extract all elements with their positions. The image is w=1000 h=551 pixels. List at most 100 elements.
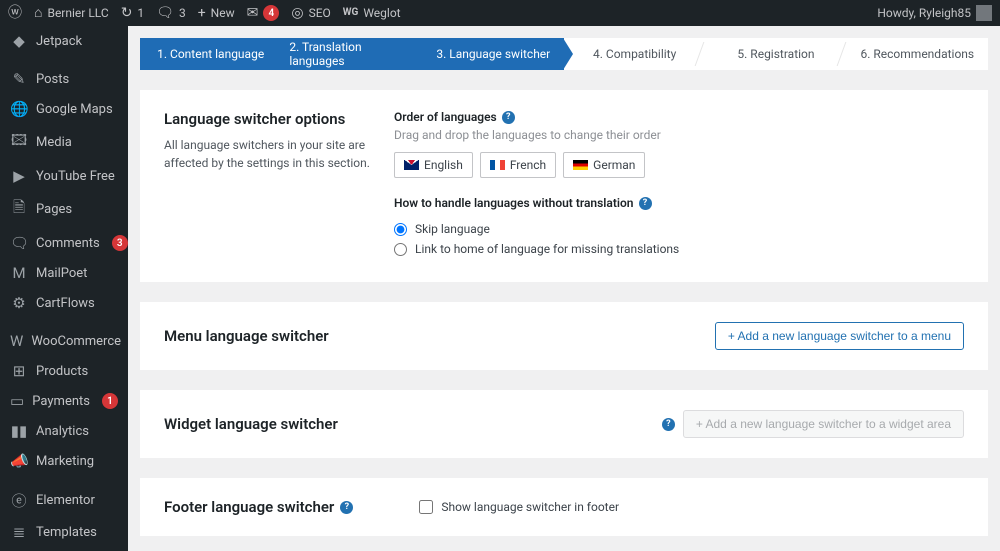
chip-label: English [424,158,463,172]
mail-count: 4 [263,5,279,21]
sidebar-item-comments[interactable]: 🗨 Comments 3 [0,228,128,258]
wizard-step-1[interactable]: 1. Content language [140,38,281,70]
wizard-step-2[interactable]: 2. Translation languages [281,38,422,70]
seo-label: SEO [309,6,331,20]
analytics-icon: ▮▮ [10,422,28,440]
sidebar-label: Jetpack [36,34,82,49]
panel-title: Footer language switcher ? [164,498,353,516]
sidebar-label: Posts [36,72,69,87]
site-name-label: Bernier LLC [47,6,108,20]
marketing-icon: 📣 [10,452,28,470]
radio-skip[interactable]: Skip language [394,222,964,236]
sidebar-item-maps[interactable]: 🌐Google Maps [0,94,128,124]
weglot[interactable]: WGWeglot [343,6,401,20]
add-widget-switcher-button[interactable]: + Add a new language switcher to a widge… [683,410,964,438]
site-name[interactable]: ⌂Bernier LLC [34,6,109,20]
wizard-steps: 1. Content language 2. Translation langu… [140,38,988,70]
updates-icon: ↻ [121,6,133,20]
sidebar-item-pages[interactable]: 🗎 Pages [0,191,128,228]
footer-checkbox-row[interactable]: Show language switcher in footer [419,500,619,514]
sidebar-label: Comments [36,236,100,251]
chip-german[interactable]: German [563,152,645,178]
sidebar-item-cartflows[interactable]: ⚙ CartFlows [0,288,128,318]
sidebar-item-elementor[interactable]: ⓔ Elementor [0,484,128,517]
sidebar-item-products[interactable]: ⊞Products [0,356,128,386]
checkbox-label: Show language switcher in footer [441,500,619,514]
panel-switcher-options: Language switcher options All language s… [140,90,988,282]
sidebar-label: Payments [32,394,90,409]
badge: 1 [102,393,118,409]
payments-icon: ▭ [10,392,24,410]
main-content: 1. Content language 2. Translation langu… [128,26,1000,551]
missing-label: How to handle languages without translat… [394,196,964,210]
account[interactable]: Howdy, Ryleigh85 [877,5,992,21]
step-label: 4. Compatibility [593,47,676,61]
sidebar-item-posts[interactable]: ✎ Posts [0,64,128,94]
order-hint: Drag and drop the languages to change th… [394,128,964,142]
updates-count: 1 [137,6,144,20]
wizard-step-6[interactable]: 6. Recommendations [847,38,988,70]
title-text: Footer language switcher [164,498,334,516]
sidebar-label: Media [36,135,72,150]
label-text: How to handle languages without translat… [394,196,634,210]
panel-desc: All language switchers in your site are … [164,136,394,172]
help-icon[interactable]: ? [502,111,515,124]
sidebar-label: CartFlows [36,296,95,311]
mail[interactable]: ✉4 [247,5,280,21]
seo[interactable]: ◎ SEO [291,6,330,20]
pin-icon: ✎ [10,70,28,88]
admin-sidebar: ◆Jetpack ✎ Posts 🌐Google Maps 🖾Media ▶You… [0,26,128,551]
radio-skip-input[interactable] [394,223,407,236]
sidebar-item-analytics[interactable]: ▮▮Analytics [0,416,128,446]
mailpoet-icon: M [10,264,28,282]
badge: 3 [112,235,128,251]
weglot-label: Weglot [363,6,400,20]
sidebar-label: Elementor [36,493,95,508]
radio-label: Link to home of language for missing tra… [415,242,679,256]
sidebar-item-templates[interactable]: ≣Templates [0,517,128,547]
panel-widget-switcher: Widget language switcher ? + Add a new l… [140,390,988,458]
comment-icon: 🗨 [156,6,174,20]
new-content[interactable]: +New [198,6,235,20]
chip-english[interactable]: English [394,152,473,178]
mail-icon: ✉ [247,6,259,20]
cartflows-icon: ⚙ [10,294,28,312]
woo-icon: W [10,332,23,350]
pages-icon: 🗎 [10,197,28,222]
sidebar-label: Pages [36,202,72,217]
sidebar-item-woocommerce[interactable]: WWooCommerce [0,326,128,356]
wizard-step-5[interactable]: 5. Registration [705,38,846,70]
sidebar-item-payments[interactable]: ▭ Payments 1 [0,386,128,416]
step-label: 1. Content language [157,47,264,61]
products-icon: ⊞ [10,362,28,380]
seo-icon: ◎ [291,6,303,20]
sidebar-item-youtube[interactable]: ▶YouTube Free [0,161,128,191]
add-menu-switcher-button[interactable]: + Add a new language switcher to a menu [715,322,964,350]
comment-icon: 🗨 [10,234,28,252]
panel-title: Widget language switcher [164,415,338,433]
radio-link-home[interactable]: Link to home of language for missing tra… [394,242,964,256]
sidebar-item-mailpoet[interactable]: M MailPoet [0,258,128,288]
comments-count: 3 [179,6,186,20]
wizard-step-4[interactable]: 4. Compatibility [564,38,705,70]
sidebar-item-marketing[interactable]: 📣Marketing [0,446,128,476]
chip-french[interactable]: French [480,152,556,178]
radio-link-input[interactable] [394,243,407,256]
sidebar-label: YouTube Free [36,169,115,184]
wp-logo[interactable]: ⓦ [8,6,22,20]
help-icon[interactable]: ? [340,501,353,514]
updates[interactable]: ↻1 [121,6,144,20]
label-text: Order of languages [394,110,497,124]
sidebar-item-media[interactable]: 🖾Media [0,124,128,161]
footer-checkbox[interactable] [419,500,433,514]
comments[interactable]: 🗨3 [156,6,186,20]
sidebar-label: MailPoet [36,266,87,281]
sidebar-label: Google Maps [36,102,113,117]
help-icon[interactable]: ? [639,197,652,210]
sidebar-item-jetpack[interactable]: ◆Jetpack [0,26,128,56]
elementor-icon: ⓔ [10,490,28,511]
panel-menu-switcher: Menu language switcher + Add a new langu… [140,302,988,370]
help-icon[interactable]: ? [662,418,675,431]
wizard-step-3[interactable]: 3. Language switcher [423,38,564,70]
panel-footer-switcher: Footer language switcher ? Show language… [140,478,988,536]
